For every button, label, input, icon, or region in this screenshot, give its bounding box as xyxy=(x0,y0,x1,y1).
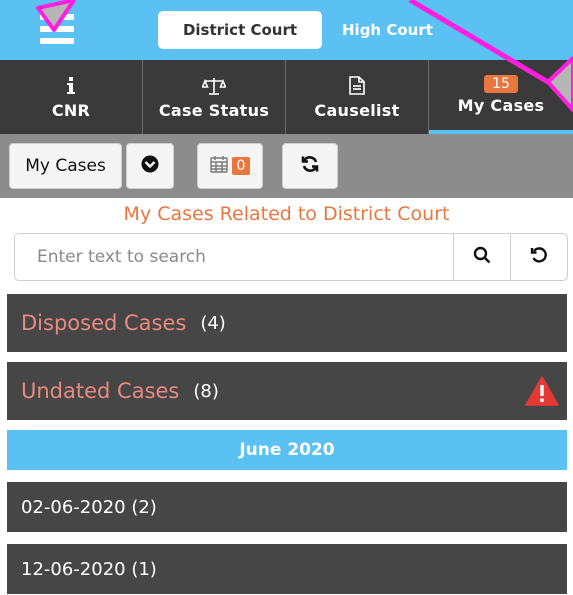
calendar-button[interactable]: 0 xyxy=(197,143,263,189)
date-row[interactable]: 12-06-2020 (1) xyxy=(7,544,567,594)
undated-cases-row[interactable]: Undated Cases (8) xyxy=(7,362,567,420)
date-row[interactable]: 02-06-2020 (2) xyxy=(7,482,567,532)
scales-icon xyxy=(202,75,226,97)
group-title: Disposed Cases xyxy=(21,311,187,335)
my-cases-button[interactable]: My Cases xyxy=(9,143,122,189)
disposed-cases-row[interactable]: Disposed Cases (4) xyxy=(7,294,567,352)
tab-label: Causelist xyxy=(314,100,400,120)
group-title: Undated Cases xyxy=(21,379,180,403)
search-button[interactable] xyxy=(453,234,510,280)
month-header: June 2020 xyxy=(7,430,567,470)
district-court-button[interactable]: District Court xyxy=(158,11,322,49)
dropdown-button[interactable] xyxy=(126,143,174,189)
high-court-button[interactable]: High Court xyxy=(322,11,447,49)
toolbar: My Cases 0 xyxy=(0,134,573,198)
undo-icon xyxy=(530,246,548,268)
search-input[interactable] xyxy=(15,234,453,280)
tab-case-status[interactable]: Case Status xyxy=(143,60,286,134)
document-icon xyxy=(349,75,365,97)
tab-causelist[interactable]: Causelist xyxy=(286,60,429,134)
reset-search-button[interactable] xyxy=(510,234,567,280)
tab-label: Case Status xyxy=(158,100,270,120)
tab-label: My Cases xyxy=(457,96,545,115)
tab-strip: CNR Case Status Causelist 15 My Cases xyxy=(0,60,573,134)
group-count: (4) xyxy=(200,312,226,334)
menu-icon[interactable] xyxy=(40,14,74,46)
top-bar: District Court High Court xyxy=(0,0,573,60)
search-icon xyxy=(473,246,491,268)
search-bar xyxy=(14,233,568,281)
tab-label: CNR xyxy=(51,100,91,120)
calendar-count-badge: 0 xyxy=(231,157,251,175)
refresh-button[interactable] xyxy=(282,143,338,189)
tab-cnr[interactable]: CNR xyxy=(0,60,143,134)
warning-icon xyxy=(525,376,559,411)
court-switch: District Court High Court xyxy=(158,10,447,50)
refresh-icon xyxy=(300,154,320,178)
tab-my-cases[interactable]: 15 My Cases xyxy=(429,60,573,134)
group-count: (8) xyxy=(193,380,219,402)
my-cases-count-badge: 15 xyxy=(484,75,518,93)
page-title: My Cases Related to District Court xyxy=(123,203,450,225)
calendar-icon xyxy=(209,155,228,177)
info-icon xyxy=(66,75,76,97)
chevron-down-circle-icon xyxy=(141,155,159,177)
